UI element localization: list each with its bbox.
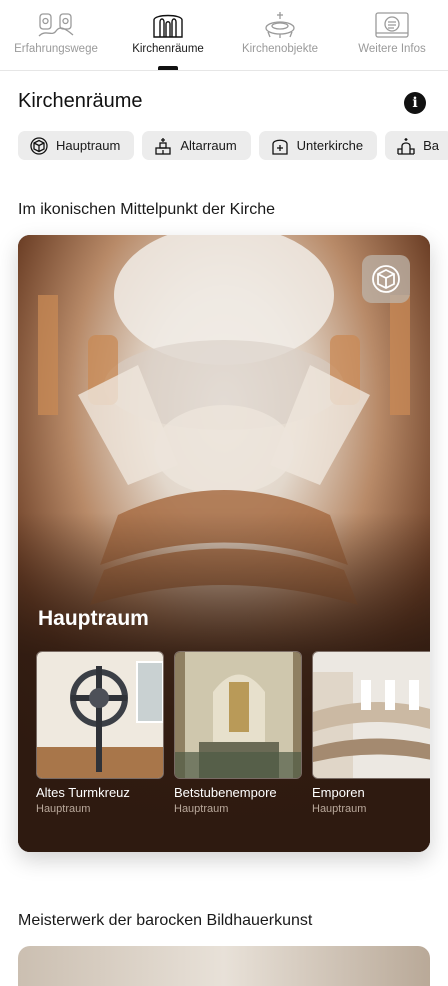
crypt-icon xyxy=(272,139,288,155)
chip-unterkirche[interactable]: Unterkirche xyxy=(258,131,378,160)
tab-erfahrungswege[interactable]: Erfahrungswege xyxy=(0,0,112,70)
object-title: Altes Turmkreuz xyxy=(36,785,130,800)
section-heading: Im ikonischen Mittelpunkt der Kirche xyxy=(18,201,275,218)
chip-altarraum[interactable]: Altarraum xyxy=(142,131,251,160)
chip-label: Altarraum xyxy=(180,138,237,153)
object-subtitle: Hauptraum xyxy=(36,803,91,815)
cube-icon xyxy=(30,136,48,155)
chip-hauptraum[interactable]: Hauptraum xyxy=(18,131,135,160)
card-title: Hauptraum xyxy=(38,607,149,630)
chandelier-icon xyxy=(260,10,300,40)
cube-3d-icon[interactable] xyxy=(362,255,410,303)
room-filter-chips: Hauptraum Altarraum Unterkirche Ba xyxy=(18,131,448,161)
object-card[interactable]: Betstubenempore Hauptraum xyxy=(174,651,302,815)
chip-ba[interactable]: Ba xyxy=(385,131,448,160)
object-card[interactable]: Emporen Hauptraum xyxy=(312,651,430,815)
info-icon[interactable]: i xyxy=(404,92,426,114)
people-path-icon xyxy=(36,10,76,40)
chip-label: Hauptraum xyxy=(56,138,121,153)
object-title: Betstubenempore xyxy=(174,785,277,800)
section-heading: Meisterwerk der barocken Bildhauerkunst xyxy=(18,912,313,929)
tab-kirchenobjekte[interactable]: Kirchenobjekte xyxy=(224,0,336,70)
tab-kirchenraeume[interactable]: Kirchenräume xyxy=(112,0,224,70)
book-icon xyxy=(372,10,412,40)
object-thumbnail xyxy=(174,651,302,779)
chip-label: Unterkirche xyxy=(296,138,364,153)
tab-label: Kirchenobjekte xyxy=(241,43,319,55)
room-card-next[interactable] xyxy=(18,946,430,986)
tab-label: Weitere Infos xyxy=(358,43,426,55)
object-thumbnail xyxy=(36,651,164,779)
altar-icon xyxy=(155,137,171,155)
hero-image xyxy=(18,946,430,986)
object-subtitle: Hauptraum xyxy=(174,803,229,815)
object-title: Emporen xyxy=(312,785,365,800)
church-icon xyxy=(397,137,415,155)
top-tab-bar: Erfahrungswege Kirchenräume Kirchenobjek… xyxy=(0,0,448,71)
room-card-hauptraum[interactable]: Hauptraum Altes Turmkreuz Hauptraum Bets… xyxy=(18,235,430,852)
tab-label: Erfahrungswege xyxy=(14,43,98,55)
church-interior-icon xyxy=(148,10,188,40)
object-carousel: Altes Turmkreuz Hauptraum Betstubenempor… xyxy=(36,651,430,821)
tab-label: Kirchenräume xyxy=(132,43,204,55)
chip-label: Ba xyxy=(423,138,440,153)
active-tab-indicator xyxy=(158,66,178,70)
tab-weitere-infos[interactable]: Weitere Infos xyxy=(336,0,448,70)
object-card[interactable]: Altes Turmkreuz Hauptraum xyxy=(36,651,164,815)
object-thumbnail xyxy=(312,651,430,779)
page-title: Kirchenräume xyxy=(18,90,143,112)
object-subtitle: Hauptraum xyxy=(312,803,367,815)
